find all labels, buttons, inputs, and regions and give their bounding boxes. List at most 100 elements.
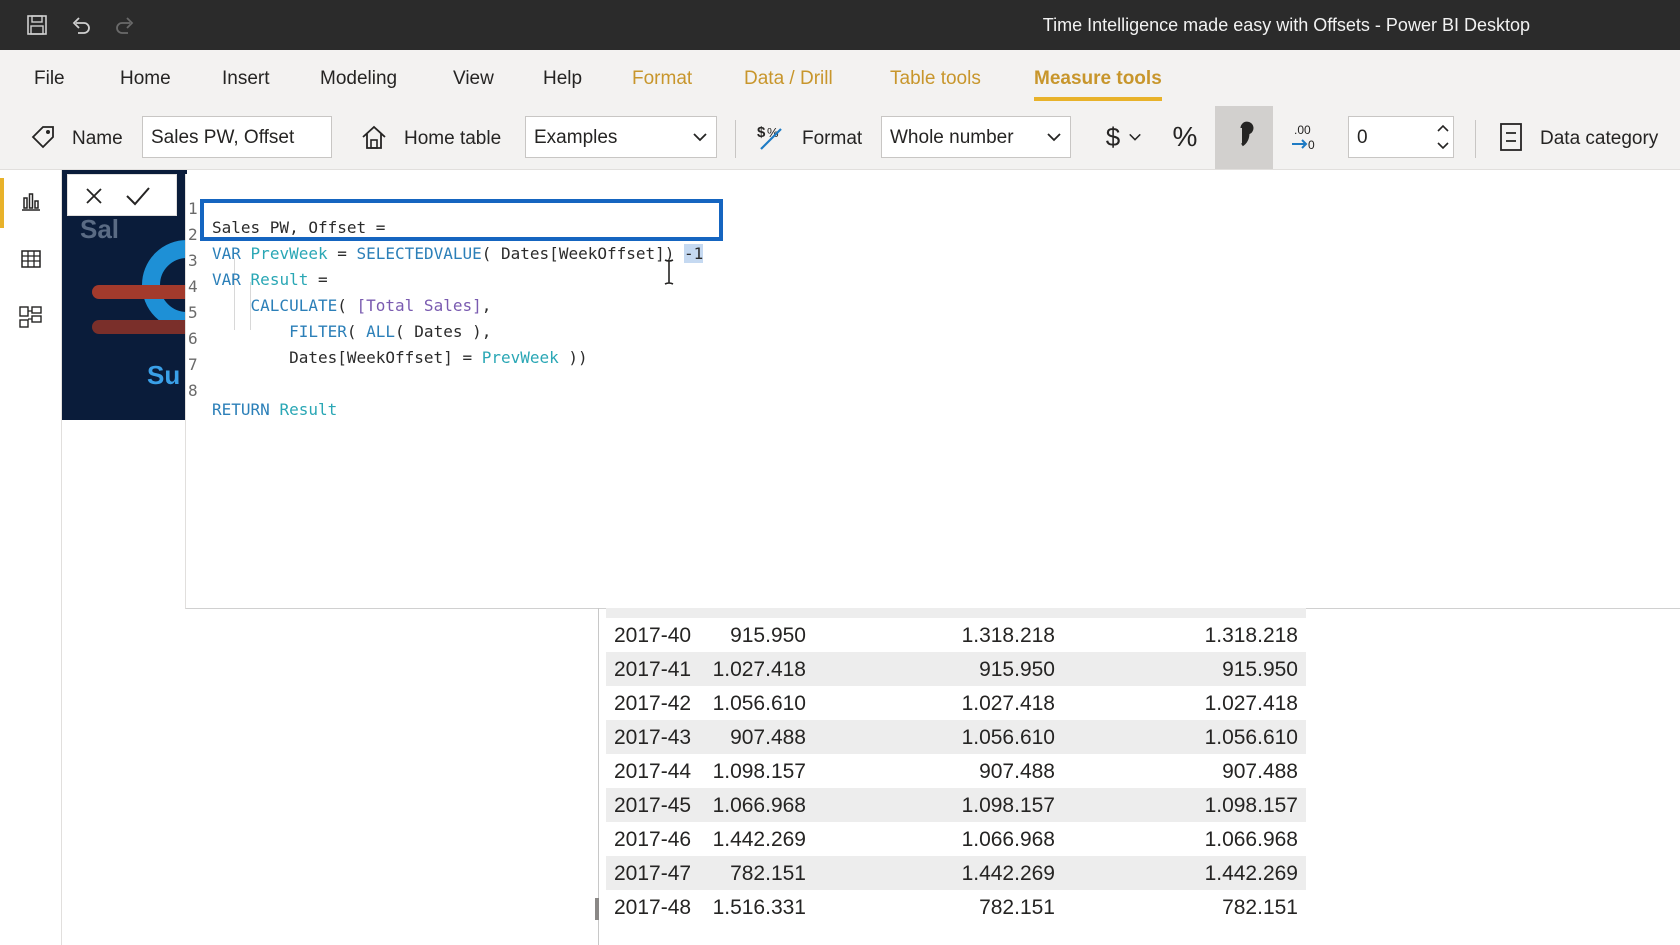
table-cell: 915.950 [730, 624, 806, 647]
code-text: VAR PrevWeek = SELECTEDVALUE( Dates[Week… [212, 244, 704, 263]
home-table-label: Home table [404, 128, 502, 149]
table-row[interactable]: 2017-47 782.151 1.442.269 1.442.269 [606, 856, 1306, 890]
table-cell: 1.056.610 [961, 726, 1055, 749]
code-line-8: 8 RETURN Result [186, 362, 337, 419]
formula-commit-bar [67, 174, 177, 216]
background-title-fragment: Sal [80, 214, 120, 244]
currency-button[interactable]: $ [1096, 120, 1130, 154]
tab-modeling[interactable]: Modeling [320, 68, 397, 90]
title-bar: Time Intelligence made easy with Offsets… [0, 0, 1680, 50]
tab-data-drill[interactable]: Data / Drill [744, 68, 833, 90]
table-row[interactable]: 2017-41 1.027.418 915.950 915.950 [606, 652, 1306, 686]
table-cell: 1.027.418 [961, 692, 1055, 715]
check-icon[interactable] [122, 181, 154, 211]
table-row[interactable]: 2017-42 1.056.610 1.027.418 1.027.418 [606, 686, 1306, 720]
redo-icon[interactable] [112, 12, 138, 38]
code-text: FILTER( ALL( Dates ), [289, 322, 492, 341]
table-cell: 1.066.968 [961, 828, 1055, 851]
divider [1475, 120, 1476, 158]
data-category-icon [1494, 120, 1528, 154]
decimal-places-value: 0 [1357, 127, 1368, 148]
decimal-places-icon[interactable]: .00 0 [1288, 120, 1322, 154]
table-cell: 2017-40 [614, 624, 692, 647]
format-label: Format [802, 128, 863, 149]
name-label: Name [72, 128, 123, 149]
report-view-icon[interactable] [16, 186, 46, 216]
text-cursor-icon [662, 258, 676, 291]
thousands-separator-button[interactable] [1215, 106, 1273, 169]
code-text: RETURN Result [212, 400, 338, 419]
table-cell: 2017-47 [614, 862, 692, 885]
name-field[interactable]: Sales PW, Offset [142, 116, 332, 158]
table-cell: 907.488 [730, 726, 806, 749]
save-icon[interactable] [24, 12, 50, 38]
close-icon[interactable] [78, 181, 110, 211]
partial-row [606, 608, 1306, 618]
home-table-select[interactable]: Examples [525, 116, 717, 158]
table-cell: 1.066.968 [1204, 828, 1298, 851]
tab-file[interactable]: File [34, 68, 65, 90]
code-line-4: 4 CALCULATE( [Total Sales], [186, 258, 491, 315]
table-cell: 907.488 [1222, 760, 1298, 783]
highlight-box [200, 199, 723, 241]
tab-table-tools[interactable]: Table tools [890, 68, 981, 90]
percent-button[interactable]: % [1168, 120, 1202, 154]
tab-home[interactable]: Home [120, 68, 171, 90]
table-row[interactable]: 2017-43 907.488 1.056.610 1.056.610 [606, 720, 1306, 754]
code-line-7: 7 [186, 336, 225, 374]
table-cell: 1.056.610 [712, 692, 806, 715]
partial-row [606, 937, 1306, 945]
table-row[interactable]: 2017-46 1.442.269 1.066.968 1.066.968 [606, 822, 1306, 856]
table-cell: 1.098.157 [712, 760, 806, 783]
table-cell: 1.442.269 [1204, 862, 1298, 885]
svg-text:.00: .00 [1294, 123, 1311, 137]
table-cell: 1.027.418 [712, 658, 806, 681]
table-cell: 1.516.331 [712, 896, 806, 919]
format-value: Whole number [890, 127, 1014, 148]
table-cell: 2017-44 [614, 760, 692, 783]
data-category-label: Data category [1540, 128, 1659, 149]
model-view-icon[interactable] [16, 302, 46, 332]
tab-measure-tools[interactable]: Measure tools [1034, 68, 1162, 101]
currency-dropdown-icon[interactable] [1126, 120, 1144, 154]
undo-icon[interactable] [68, 12, 94, 38]
tab-help[interactable]: Help [543, 68, 582, 90]
background-text-fragment: Su [147, 360, 181, 390]
table-row[interactable]: 2017-44 1.098.157 907.488 907.488 [606, 754, 1306, 788]
code-text: Dates[WeekOffset] = PrevWeek )) [212, 348, 588, 367]
svg-text:0: 0 [1308, 138, 1315, 152]
table-cell: 1.066.968 [712, 794, 806, 817]
table-cell: 915.950 [979, 658, 1055, 681]
chevron-down-icon [692, 129, 708, 151]
indent-guide [234, 258, 235, 330]
table-visual[interactable]: 2017-40 915.950 1.318.218 1.318.218 2017-41 1… [598, 608, 1308, 945]
decor-bar [92, 285, 187, 299]
table-cell: 1.442.269 [712, 828, 806, 851]
window-title: Time Intelligence made easy with Offsets… [1042, 15, 1530, 35]
divider [735, 120, 736, 158]
table-row[interactable]: 2017-48 1.516.331 782.151 782.151 [606, 890, 1306, 924]
tab-format[interactable]: Format [632, 68, 692, 90]
table-cell: 1.056.610 [1204, 726, 1298, 749]
format-icon: $% [754, 120, 788, 154]
svg-text:$: $ [757, 124, 766, 141]
stepper-arrows[interactable] [1434, 118, 1452, 156]
scrollbar-handle[interactable] [595, 898, 599, 920]
home-table-value: Examples [534, 127, 618, 148]
table-row[interactable]: 2017-45 1.066.968 1.098.157 1.098.157 [606, 788, 1306, 822]
table-cell: 2017-41 [614, 658, 692, 681]
line-number: 8 [188, 381, 198, 400]
format-select[interactable]: Whole number [881, 116, 1071, 158]
decor-bar [92, 320, 187, 334]
tab-view[interactable]: View [453, 68, 494, 90]
home-icon [357, 120, 391, 154]
chevron-down-icon [1046, 129, 1062, 151]
data-view-icon[interactable] [16, 244, 46, 274]
code-line-5: 5 FILTER( ALL( Dates ), [186, 284, 491, 341]
table-cell: 782.151 [1222, 896, 1298, 919]
table-row[interactable]: 2017-40 915.950 1.318.218 1.318.218 [606, 618, 1306, 652]
table-cell: 782.151 [979, 896, 1055, 919]
tab-insert[interactable]: Insert [222, 68, 270, 90]
table-cell: 1.098.157 [1204, 794, 1298, 817]
table-cell: 1.318.218 [961, 624, 1055, 647]
